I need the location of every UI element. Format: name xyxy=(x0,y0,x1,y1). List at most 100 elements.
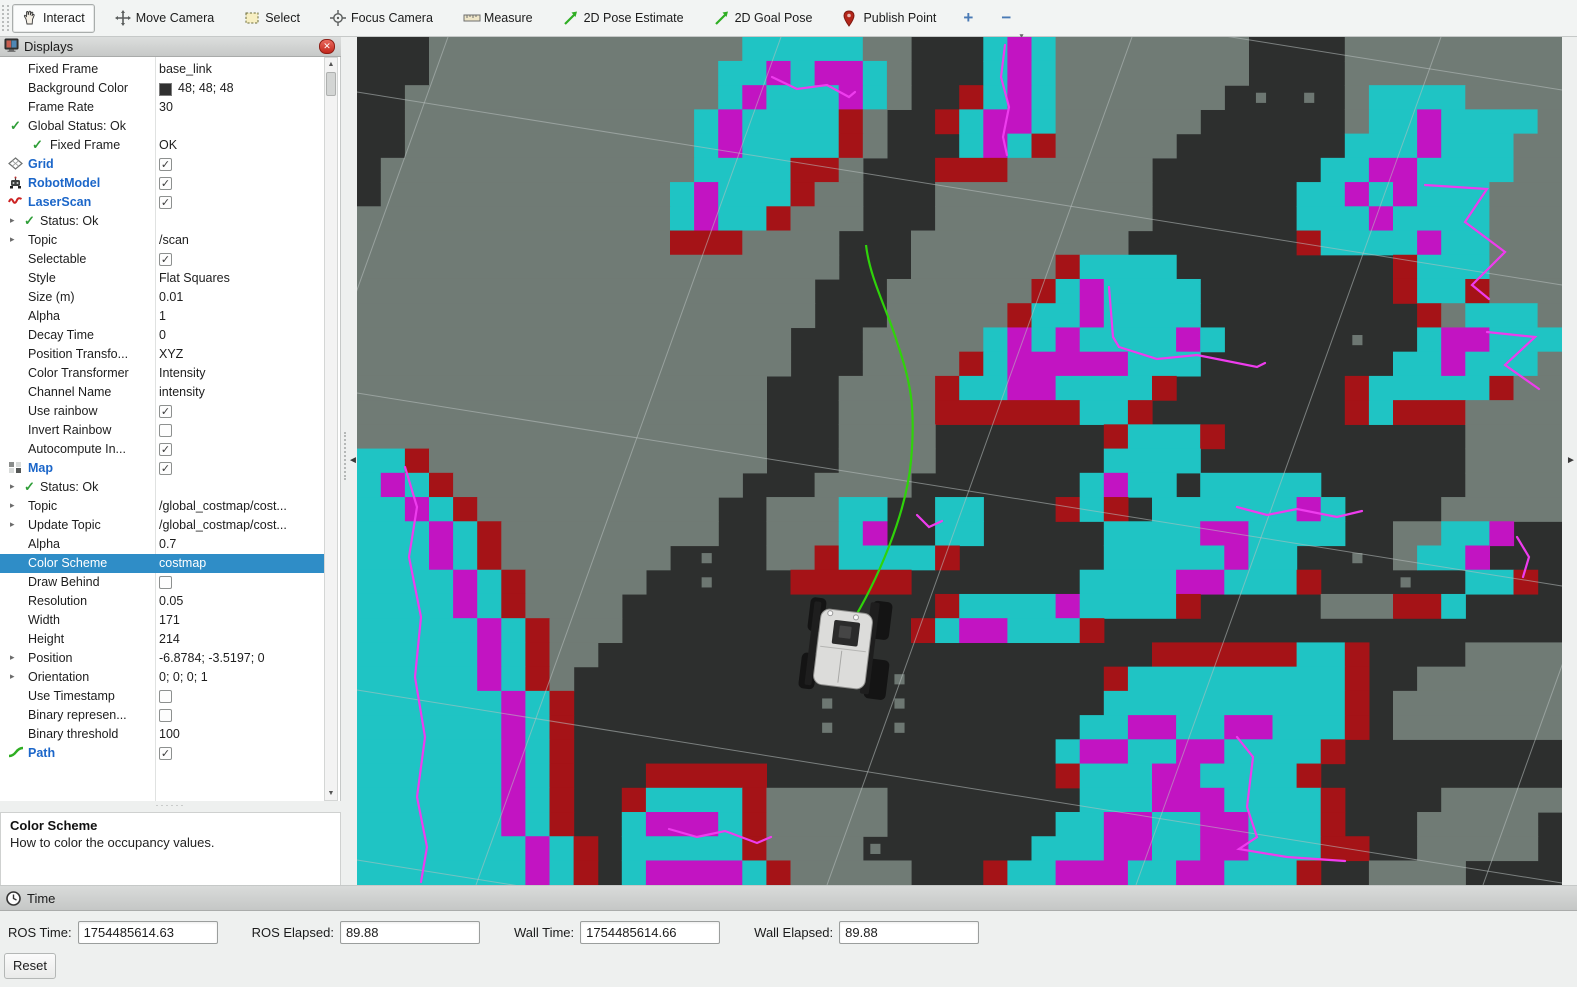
tool-move-camera[interactable]: Move Camera xyxy=(105,4,225,33)
expand-arrow-icon[interactable]: ▸ xyxy=(10,500,15,511)
tool--[interactable]: −▾ xyxy=(994,4,1018,33)
property-row-alpha[interactable]: Alpha0.7 xyxy=(0,535,325,554)
property-row-grid[interactable]: Grid✓ xyxy=(0,155,325,174)
color-swatch[interactable] xyxy=(159,83,172,96)
property-row-map[interactable]: Map✓ xyxy=(0,459,325,478)
tool-select[interactable]: Select xyxy=(234,4,310,33)
tool--[interactable]: + xyxy=(956,4,980,33)
scrollbar-thumb[interactable] xyxy=(326,72,336,96)
tool-focus-camera[interactable]: Focus Camera xyxy=(320,4,443,33)
property-row-topic[interactable]: ▸Topic/global_costmap/cost... xyxy=(0,497,325,516)
displays-panel-title: Displays xyxy=(24,39,73,54)
reset-button[interactable]: Reset xyxy=(4,953,56,979)
left-panel-splitter[interactable]: ◄ xyxy=(341,37,357,885)
expand-arrow-icon[interactable]: ▸ xyxy=(10,234,15,245)
checkbox-checked[interactable]: ✓ xyxy=(159,747,172,760)
wall-elapsed-input[interactable] xyxy=(839,921,979,944)
tool-2d-pose-estimate[interactable]: 2D Pose Estimate xyxy=(553,4,694,33)
property-row-position-transfo-[interactable]: Position Transfo...XYZ xyxy=(0,345,325,364)
property-row-use-timestamp[interactable]: Use Timestamp xyxy=(0,687,325,706)
property-row-draw-behind[interactable]: Draw Behind xyxy=(0,573,325,592)
property-row-width[interactable]: Width171 xyxy=(0,611,325,630)
right-panel-splitter[interactable]: ► xyxy=(1562,37,1577,885)
checkbox-unchecked[interactable] xyxy=(159,424,172,437)
property-row-decay-time[interactable]: Decay Time0 xyxy=(0,326,325,345)
ros-elapsed-input[interactable] xyxy=(340,921,480,944)
property-row-global-status-ok[interactable]: ✓Global Status: Ok xyxy=(0,117,325,136)
time-title-bar[interactable]: Time xyxy=(0,886,1577,911)
laser-display-icon xyxy=(8,195,23,209)
property-row-topic[interactable]: ▸Topic/scan xyxy=(0,231,325,250)
property-row-binary-represen-[interactable]: Binary represen... xyxy=(0,706,325,725)
property-row-position[interactable]: ▸Position-6.8784; -3.5197; 0 xyxy=(0,649,325,668)
property-row-frame-rate[interactable]: Frame Rate30 xyxy=(0,98,325,117)
checkbox-unchecked[interactable] xyxy=(159,709,172,722)
property-label: Autocompute In... xyxy=(28,442,126,456)
property-row-update-topic[interactable]: ▸Update Topic/global_costmap/cost... xyxy=(0,516,325,535)
3d-viewport[interactable] xyxy=(357,37,1562,885)
property-row-path[interactable]: Path✓ xyxy=(0,744,325,763)
property-row-invert-rainbow[interactable]: Invert Rainbow xyxy=(0,421,325,440)
costmap-render xyxy=(357,37,1562,885)
property-row-style[interactable]: StyleFlat Squares xyxy=(0,269,325,288)
property-row-size-m-[interactable]: Size (m)0.01 xyxy=(0,288,325,307)
property-row-use-rainbow[interactable]: Use rainbow✓ xyxy=(0,402,325,421)
checkbox-checked[interactable]: ✓ xyxy=(159,158,172,171)
property-row-fixed-frame[interactable]: Fixed Frame base_link xyxy=(0,60,325,79)
property-row-alpha[interactable]: Alpha1 xyxy=(0,307,325,326)
property-row-background-color[interactable]: Background Color48; 48; 48 xyxy=(0,79,325,98)
toolbar-grip[interactable] xyxy=(2,5,9,31)
property-label: Style xyxy=(28,271,56,285)
expand-arrow-icon[interactable]: ▸ xyxy=(10,652,15,663)
expand-arrow-icon[interactable]: ▸ xyxy=(10,215,15,226)
checkbox-checked[interactable]: ✓ xyxy=(159,177,172,190)
tool-interact[interactable]: Interact xyxy=(12,4,95,33)
checkbox-checked[interactable]: ✓ xyxy=(159,196,172,209)
property-value: 48; 48; 48 xyxy=(178,81,234,95)
robot-display-icon xyxy=(8,176,23,193)
focus-icon xyxy=(330,10,346,26)
property-row-binary-threshold[interactable]: Binary threshold100 xyxy=(0,725,325,744)
expand-arrow-icon[interactable]: ▸ xyxy=(10,671,15,682)
property-row-height[interactable]: Height214 xyxy=(0,630,325,649)
property-row-robotmodel[interactable]: RobotModel✓ xyxy=(0,174,325,193)
property-value: base_link xyxy=(159,62,212,76)
property-row-laserscan[interactable]: LaserScan✓ xyxy=(0,193,325,212)
property-row-status-ok[interactable]: ▸✓Status: Ok xyxy=(0,212,325,231)
property-row-orientation[interactable]: ▸Orientation0; 0; 0; 1 xyxy=(0,668,325,687)
expand-arrow-icon[interactable]: ▸ xyxy=(10,481,15,492)
tool-measure[interactable]: Measure xyxy=(453,4,543,33)
displays-scrollbar[interactable]: ▲ ▼ xyxy=(324,57,338,801)
property-row-selectable[interactable]: Selectable✓ xyxy=(0,250,325,269)
tool-publish-point[interactable]: Publish Point xyxy=(832,4,946,33)
panel-splitter[interactable]: ······ xyxy=(0,801,341,812)
property-row-resolution[interactable]: Resolution0.05 xyxy=(0,592,325,611)
wall-time-input[interactable] xyxy=(580,921,720,944)
property-value: 0; 0; 0; 1 xyxy=(159,670,208,684)
tool-label: Measure xyxy=(484,11,533,25)
time-field-label: Wall Time: xyxy=(514,925,574,940)
close-icon[interactable]: ✕ xyxy=(319,39,335,54)
ros-time-input[interactable] xyxy=(78,921,218,944)
property-row-color-transformer[interactable]: Color TransformerIntensity xyxy=(0,364,325,383)
scroll-up-icon[interactable]: ▲ xyxy=(325,58,337,71)
checkbox-checked[interactable]: ✓ xyxy=(159,462,172,475)
checkbox-checked[interactable]: ✓ xyxy=(159,443,172,456)
checkbox-checked[interactable]: ✓ xyxy=(159,253,172,266)
status-ok-check-icon: ✓ xyxy=(24,479,35,495)
tool-2d-goal-pose[interactable]: 2D Goal Pose xyxy=(704,4,823,33)
property-value: 0.7 xyxy=(159,537,176,551)
displays-title-bar[interactable]: Displays ✕ xyxy=(0,37,341,57)
property-row-channel-name[interactable]: Channel Nameintensity xyxy=(0,383,325,402)
scroll-down-icon[interactable]: ▼ xyxy=(325,787,337,800)
checkbox-unchecked[interactable] xyxy=(159,576,172,589)
checkbox-checked[interactable]: ✓ xyxy=(159,405,172,418)
expand-arrow-icon[interactable]: ▸ xyxy=(10,519,15,530)
expand-right-icon[interactable]: ► xyxy=(1566,455,1576,466)
checkbox-unchecked[interactable] xyxy=(159,690,172,703)
property-label: Fixed Frame xyxy=(28,62,98,76)
property-row-color-scheme[interactable]: Color Schemecostmap xyxy=(0,554,325,573)
property-row-status-ok[interactable]: ▸✓Status: Ok xyxy=(0,478,325,497)
property-row-autocompute-in-[interactable]: Autocompute In... ✓ xyxy=(0,440,325,459)
property-row-fixed-frame[interactable]: ✓Fixed FrameOK xyxy=(0,136,325,155)
